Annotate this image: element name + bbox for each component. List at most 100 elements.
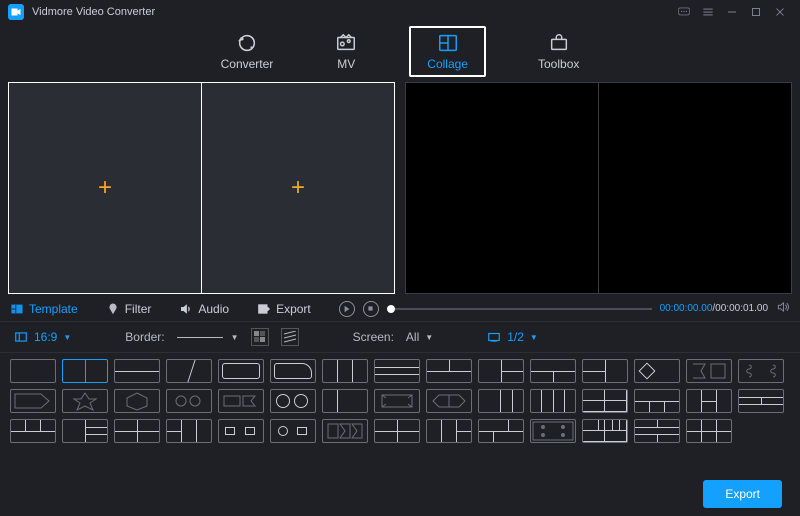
border-pattern-button[interactable]	[281, 328, 299, 346]
collage-editor: + +	[8, 82, 395, 294]
screen-value: All	[406, 330, 419, 344]
close-button[interactable]	[768, 3, 792, 21]
template-item[interactable]	[322, 389, 368, 413]
template-item[interactable]	[166, 389, 212, 413]
time-current: 00:00:00.00	[660, 303, 713, 314]
volume-icon[interactable]	[776, 300, 790, 317]
top-nav: Converter MV Collage Toolbox	[0, 24, 800, 78]
nav-mv[interactable]: MV	[325, 28, 367, 75]
template-item[interactable]	[530, 359, 576, 383]
chevron-down-icon: ▼	[530, 333, 538, 342]
template-item[interactable]	[166, 359, 212, 383]
template-item[interactable]	[634, 389, 680, 413]
template-item[interactable]	[634, 359, 680, 383]
border-color-button[interactable]	[251, 328, 269, 346]
footer: Export	[703, 480, 782, 508]
template-item[interactable]	[166, 419, 212, 443]
template-item[interactable]	[426, 389, 472, 413]
workspace: + +	[0, 78, 800, 294]
border-style-select[interactable]: ▼	[177, 333, 239, 342]
titlebar: Vidmore Video Converter	[0, 0, 800, 24]
app-logo	[8, 4, 24, 20]
menu-icon[interactable]	[696, 3, 720, 21]
minimize-button[interactable]	[720, 3, 744, 21]
subtab-export[interactable]: Export	[257, 302, 311, 316]
template-item[interactable]	[530, 389, 576, 413]
template-item[interactable]	[738, 359, 784, 383]
template-item[interactable]	[10, 389, 56, 413]
app-title: Vidmore Video Converter	[32, 6, 155, 18]
template-item[interactable]	[374, 359, 420, 383]
plus-icon: +	[291, 174, 305, 202]
seek-slider[interactable]	[387, 308, 652, 310]
template-item[interactable]	[634, 419, 680, 443]
collage-slot[interactable]: +	[202, 83, 394, 293]
template-item[interactable]	[582, 419, 628, 443]
nav-toolbox[interactable]: Toolbox	[528, 28, 589, 75]
border-label: Border:	[125, 330, 164, 344]
play-button[interactable]	[339, 301, 355, 317]
export-button[interactable]: Export	[703, 480, 782, 508]
template-item[interactable]	[10, 359, 56, 383]
screen-select[interactable]: All ▼	[406, 330, 433, 344]
template-item[interactable]	[218, 359, 264, 383]
template-item[interactable]	[738, 389, 784, 413]
template-item[interactable]	[582, 389, 628, 413]
template-item[interactable]	[478, 359, 524, 383]
subtab-export-label: Export	[276, 302, 311, 316]
stop-button[interactable]	[363, 301, 379, 317]
aspect-ratio-value: 16:9	[34, 330, 57, 344]
template-item[interactable]	[374, 419, 420, 443]
page-value: 1/2	[507, 330, 524, 344]
template-item[interactable]	[686, 389, 732, 413]
player-controls: 00:00:00.00/00:00:01.00	[339, 300, 790, 317]
template-item[interactable]	[686, 359, 732, 383]
maximize-button[interactable]	[744, 3, 768, 21]
preview-cell	[599, 83, 791, 293]
preview-pane	[405, 82, 792, 294]
template-item[interactable]	[218, 419, 264, 443]
time-display: 00:00:00.00/00:00:01.00	[660, 303, 768, 314]
template-item[interactable]	[374, 389, 420, 413]
template-item[interactable]	[10, 419, 56, 443]
template-item[interactable]	[478, 389, 524, 413]
template-item[interactable]	[62, 389, 108, 413]
feedback-icon[interactable]	[672, 3, 696, 21]
template-item[interactable]	[270, 389, 316, 413]
aspect-ratio-select[interactable]: 16:9 ▼	[14, 330, 71, 344]
subtab-template[interactable]: Template	[10, 302, 78, 316]
nav-converter[interactable]: Converter	[211, 28, 284, 75]
nav-converter-label: Converter	[221, 57, 274, 71]
template-item[interactable]	[270, 359, 316, 383]
template-item[interactable]	[62, 359, 108, 383]
template-toolbar: 16:9 ▼ Border: ▼ Screen: All ▼ 1/2 ▼	[0, 321, 800, 353]
collage-slot[interactable]: +	[9, 83, 202, 293]
template-item[interactable]	[686, 419, 732, 443]
plus-icon: +	[98, 174, 112, 202]
template-item[interactable]	[322, 419, 368, 443]
subtab-filter[interactable]: Filter	[106, 302, 152, 316]
nav-collage[interactable]: Collage	[409, 26, 486, 77]
template-item[interactable]	[582, 359, 628, 383]
subtab-template-label: Template	[29, 302, 78, 316]
template-item[interactable]	[62, 419, 108, 443]
sub-tab-bar: Template Filter Audio Export 00:00:00.00…	[0, 294, 800, 321]
nav-toolbox-label: Toolbox	[538, 57, 579, 71]
subtab-audio[interactable]: Audio	[179, 302, 229, 316]
chevron-down-icon: ▼	[63, 333, 71, 342]
template-item[interactable]	[478, 419, 524, 443]
template-item[interactable]	[426, 419, 472, 443]
template-item[interactable]	[426, 359, 472, 383]
template-item[interactable]	[530, 419, 576, 443]
page-select[interactable]: 1/2 ▼	[487, 330, 538, 344]
template-item[interactable]	[270, 419, 316, 443]
template-item[interactable]	[114, 419, 160, 443]
template-item[interactable]	[218, 389, 264, 413]
template-grid	[0, 353, 800, 451]
template-item[interactable]	[114, 389, 160, 413]
preview-cell	[406, 83, 599, 293]
subtab-filter-label: Filter	[125, 302, 152, 316]
time-total: 00:00:01.00	[715, 303, 768, 314]
template-item[interactable]	[114, 359, 160, 383]
template-item[interactable]	[322, 359, 368, 383]
